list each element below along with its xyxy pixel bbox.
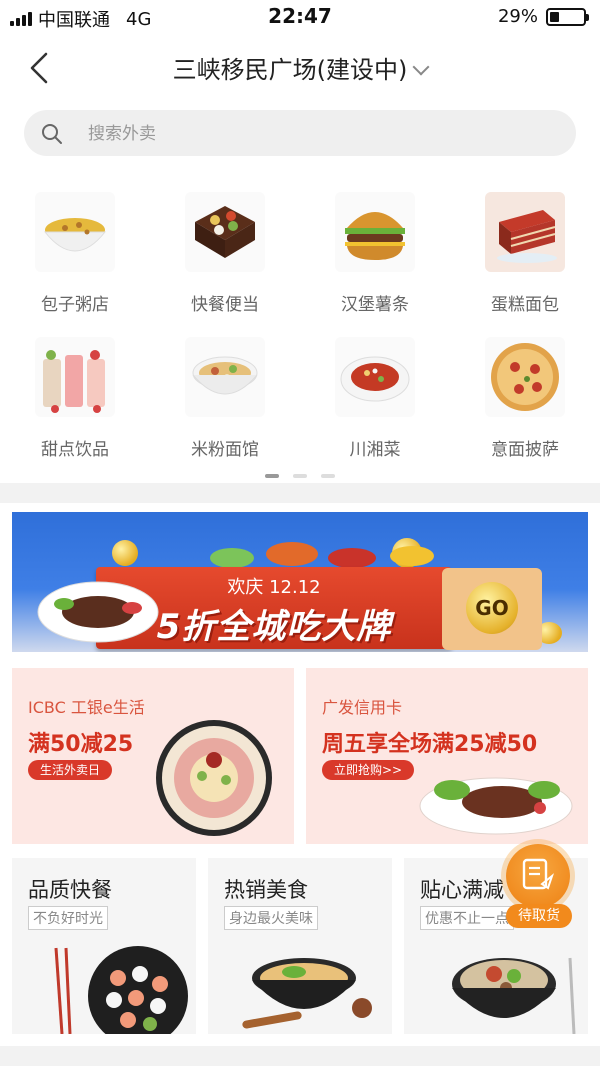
stew-pot-image: [452, 957, 576, 1034]
pending-pickup-label[interactable]: 待取货: [506, 904, 572, 928]
feature-subtitle: 优惠不止一点: [420, 906, 514, 930]
battery-fill: [550, 11, 559, 22]
battery-percent: 29%: [497, 6, 538, 27]
page-dot[interactable]: [293, 474, 307, 478]
section-divider: [0, 483, 600, 503]
pizza-icon: [485, 337, 565, 417]
food-decoration: [210, 542, 434, 568]
category-label: 汉堡薯条: [341, 295, 409, 315]
promo-brand: 广发信用卡: [322, 698, 403, 717]
burger-icon: [335, 192, 415, 272]
category-label: 甜点饮品: [41, 440, 109, 460]
page-indicator: [0, 463, 600, 482]
category-grid: 包子粥店 快餐便当 汉堡薯条 蛋糕面包 甜点饮品 米粉面馆 川湘菜 意面披萨: [0, 180, 600, 480]
promo-card-icbc[interactable]: ICBC 工银e生活 满50减25 生活外卖日: [12, 668, 294, 844]
promo-brand: ICBC 工银e生活: [28, 698, 145, 717]
category-label: 包子粥店: [41, 295, 109, 315]
category-pasta-pizza[interactable]: 意面披萨: [450, 325, 600, 460]
battery-icon: [546, 7, 589, 26]
category-label: 川湘菜: [349, 440, 401, 460]
feature-card-hot-sellers[interactable]: 热销美食 身边最火美味: [208, 858, 392, 1034]
go-button[interactable]: GO: [466, 582, 518, 634]
category-rice-noodle[interactable]: 米粉面馆: [150, 325, 300, 460]
promo-tag[interactable]: 立即抢购>>: [322, 760, 415, 780]
feature-title: 热销美食: [224, 878, 308, 902]
cake-icon: [485, 192, 565, 272]
feature-title: 品质快餐: [28, 878, 112, 902]
nav-bar: 三峡移民广场(建设中): [0, 34, 600, 102]
promo-card-cgb[interactable]: 广发信用卡 周五享全场满25减50 立即抢购>>: [306, 668, 588, 844]
feature-subtitle: 不负好时光: [28, 906, 108, 930]
porridge-bowl-icon: [35, 192, 115, 272]
pending-pickup-circle[interactable]: [506, 844, 570, 908]
page-dot[interactable]: [265, 474, 279, 478]
noodle-bowl-image: [242, 958, 372, 1029]
drinks-icon: [35, 337, 115, 417]
feature-title: 贴心满减: [420, 878, 504, 902]
category-label: 米粉面馆: [191, 440, 259, 460]
location-selector[interactable]: 三峡移民广场(建设中): [0, 50, 600, 85]
go-button-box[interactable]: GO: [442, 568, 542, 650]
category-dessert-drinks[interactable]: 甜点饮品: [0, 325, 150, 460]
steak-plate-image: [37, 581, 159, 643]
category-label: 蛋糕面包: [491, 295, 559, 315]
section-divider: [0, 1046, 600, 1066]
promo-offer: 周五享全场满25减50: [322, 732, 538, 757]
sushi-platter-image: [54, 946, 188, 1034]
promo-tag[interactable]: 生活外卖日: [28, 760, 113, 780]
category-fast-food-bento[interactable]: 快餐便当: [150, 180, 300, 315]
category-cake-bread[interactable]: 蛋糕面包: [450, 180, 600, 315]
category-label: 快餐便当: [191, 295, 259, 315]
feature-subtitle: 身边最火美味: [224, 906, 318, 930]
order-list-icon: [522, 858, 555, 890]
page-dot[interactable]: [321, 474, 335, 478]
promo-offer: 满50减25: [28, 732, 134, 757]
search-input[interactable]: [86, 110, 550, 158]
spicy-dish-icon: [335, 337, 415, 417]
bento-box-icon: [185, 192, 265, 272]
search-bar[interactable]: [24, 110, 576, 158]
status-right: 29%: [497, 6, 589, 27]
coin-decoration: [112, 540, 138, 566]
steak-plate-image: [419, 777, 573, 835]
location-title: 三峡移民广场(建设中): [172, 56, 408, 84]
category-sichuan-hunan[interactable]: 川湘菜: [300, 325, 450, 460]
feature-card-quality-fast-food[interactable]: 品质快餐 不负好时光: [12, 858, 196, 1034]
category-baozi-porridge[interactable]: 包子粥店: [0, 180, 150, 315]
platter-image: [156, 720, 272, 836]
search-icon: [42, 124, 62, 144]
category-label: 意面披萨: [491, 440, 559, 460]
noodle-bowl-icon: [185, 337, 265, 417]
status-bar: 中国联通 4G 22:47 29%: [0, 0, 600, 34]
chevron-down-icon: [412, 58, 430, 76]
category-burger-fries[interactable]: 汉堡薯条: [300, 180, 450, 315]
pending-pickup-button[interactable]: 待取货: [502, 844, 574, 930]
promo-banner[interactable]: 欢庆 12.12 5折全城吃大牌 GO: [12, 512, 588, 652]
